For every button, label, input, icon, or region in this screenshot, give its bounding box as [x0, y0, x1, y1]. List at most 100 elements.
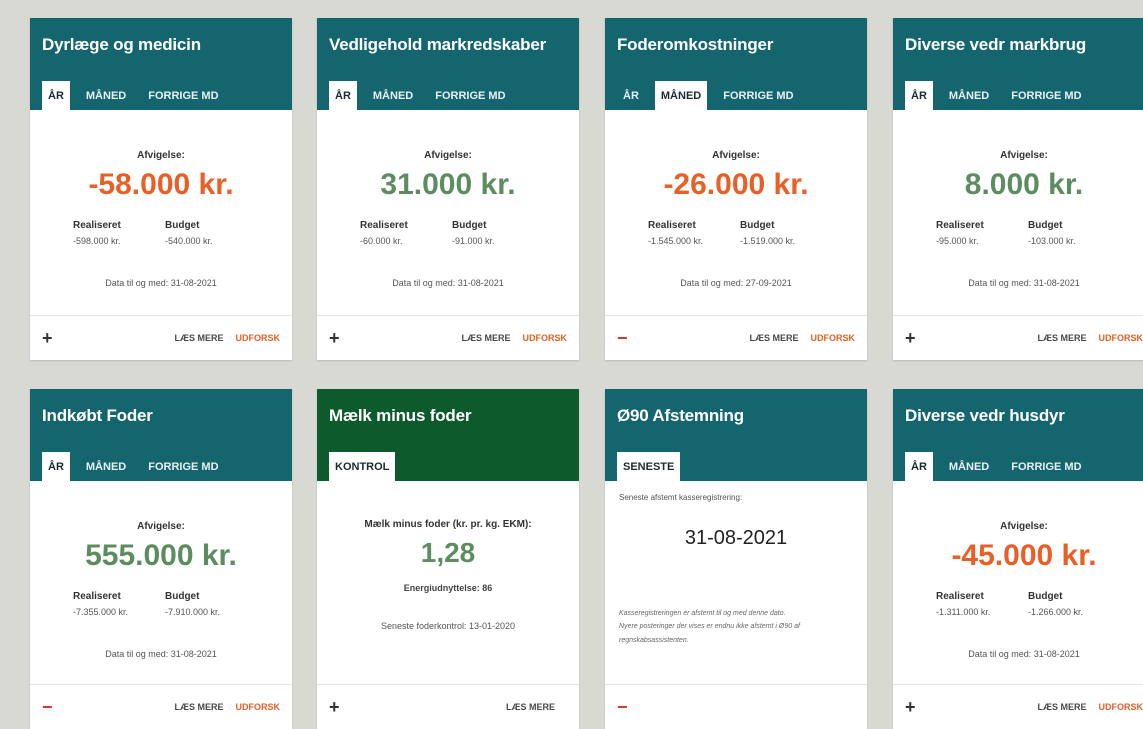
- card-footer: −: [605, 684, 867, 729]
- data-date-note: Data til og med: 31-08-2021: [105, 278, 217, 288]
- data-date-note: Data til og med: 31-08-2021: [968, 649, 1080, 659]
- budget-value: -1.266.000 kr.: [1028, 607, 1084, 617]
- reconciliation-note: Kasseregistreringen er afstemt til og me…: [619, 607, 853, 647]
- card-footer: + LÆS MERE: [317, 684, 579, 729]
- card-body: Afvigelse: 8.000 kr. Realiseret -95.000 k…: [893, 110, 1143, 316]
- tab-maaned[interactable]: MÅNED: [80, 81, 132, 110]
- card-vedligehold-markredskaber: Vedligehold markredskaber ÅR MÅNED FORRI…: [317, 18, 579, 360]
- card-tabs: KONTROL: [329, 452, 405, 481]
- realized-value: -7.355.000 kr.: [73, 607, 129, 617]
- milk-minus-feed-value: 1,28: [420, 537, 476, 568]
- card-footer: + LÆS MERE UDFORSK: [30, 315, 292, 360]
- card-body: Afvigelse: 555.000 kr. Realiseret -7.355.…: [30, 481, 292, 687]
- deviation-label: Afvigelse:: [1000, 521, 1048, 532]
- card-tabs: ÅR MÅNED FORRIGE MD: [42, 452, 235, 481]
- explore-link[interactable]: UDFORSK: [1099, 333, 1143, 343]
- card-title: Ø90 Afstemning: [617, 406, 744, 425]
- data-date-note: Data til og med: 27-09-2021: [680, 278, 792, 288]
- tab-maaned[interactable]: MÅNED: [367, 81, 419, 110]
- tab-maaned[interactable]: MÅNED: [654, 81, 708, 110]
- energy-utilization: Energiudnyttelse: 86: [403, 583, 493, 593]
- card-title: Indkøbt Foder: [42, 406, 153, 425]
- minus-icon[interactable]: −: [617, 698, 637, 716]
- realized-label: Realiseret: [936, 591, 984, 602]
- minus-icon[interactable]: −: [617, 329, 637, 347]
- read-more-link[interactable]: LÆS MERE: [1037, 702, 1086, 712]
- card-title: Dyrlæge og medicin: [42, 35, 201, 54]
- card-foderomkostninger: Foderomkostninger ÅR MÅNED FORRIGE MD Af…: [605, 18, 867, 360]
- realized-label: Realiseret: [648, 220, 696, 231]
- tab-aar[interactable]: ÅR: [905, 81, 933, 110]
- card-o90-afstemning: Ø90 Afstemning SENESTE Seneste afstemt k…: [605, 389, 867, 729]
- realized-budget: Realiseret -598.000 kr. Budget -540.000 kr…: [30, 220, 292, 246]
- budget-label: Budget: [452, 220, 487, 231]
- tab-maaned[interactable]: MÅNED: [943, 81, 995, 110]
- tab-aar[interactable]: ÅR: [329, 81, 357, 110]
- tab-forrige-md[interactable]: FORRIGE MD: [142, 81, 224, 110]
- deviation-label: Afvigelse:: [137, 521, 185, 532]
- explore-link[interactable]: UDFORSK: [523, 333, 568, 343]
- plus-icon[interactable]: +: [329, 329, 349, 347]
- realized-value: -1.545.000 kr.: [648, 236, 704, 246]
- explore-link[interactable]: UDFORSK: [811, 333, 856, 343]
- explore-link[interactable]: UDFORSK: [236, 333, 281, 343]
- realized-value: -598.000 kr.: [73, 236, 121, 246]
- budget-label: Budget: [740, 220, 775, 231]
- realized-label: Realiseret: [73, 220, 121, 231]
- card-header: Foderomkostninger ÅR MÅNED FORRIGE MD: [605, 18, 867, 110]
- deviation-label: Afvigelse:: [1000, 150, 1048, 161]
- tab-maaned[interactable]: MÅNED: [80, 452, 132, 481]
- plus-icon[interactable]: +: [329, 698, 349, 716]
- explore-link[interactable]: UDFORSK: [236, 702, 281, 712]
- realized-budget: Realiseret -1.545.000 kr. Budget -1.519.00…: [605, 220, 867, 246]
- tab-seneste[interactable]: SENESTE: [617, 452, 681, 481]
- tab-forrige-md[interactable]: FORRIGE MD: [717, 81, 799, 110]
- realized-budget: Realiseret -95.000 kr. Budget -103.000 kr.: [893, 220, 1143, 246]
- card-body: Afvigelse: 31.000 kr. Realiseret -60.000 …: [317, 110, 579, 316]
- deviation-value: -26.000 kr.: [663, 168, 809, 201]
- realized-label: Realiseret: [73, 591, 121, 602]
- tab-forrige-md[interactable]: FORRIGE MD: [1005, 81, 1087, 110]
- read-more-link[interactable]: LÆS MERE: [749, 333, 798, 343]
- tab-aar[interactable]: ÅR: [42, 81, 70, 110]
- tab-aar[interactable]: ÅR: [905, 452, 933, 481]
- tab-aar[interactable]: ÅR: [42, 452, 70, 481]
- card-dyrlaege-og-medicin: Dyrlæge og medicin ÅR MÅNED FORRIGE MD A…: [30, 18, 292, 360]
- card-header: Diverse vedr markbrug ÅR MÅNED FORRIGE M…: [893, 18, 1143, 110]
- realized-budget: Realiseret -60.000 kr. Budget -91.000 kr.: [317, 220, 579, 246]
- card-header: Dyrlæge og medicin ÅR MÅNED FORRIGE MD: [30, 18, 292, 110]
- budget-value: -1.519.000 kr.: [740, 236, 796, 246]
- deviation-value: 555.000 kr.: [85, 539, 237, 572]
- card-tabs: ÅR MÅNED FORRIGE MD: [905, 452, 1098, 481]
- card-tabs: ÅR MÅNED FORRIGE MD: [905, 81, 1098, 110]
- budget-label: Budget: [1028, 591, 1063, 602]
- card-tabs: ÅR MÅNED FORRIGE MD: [329, 81, 522, 110]
- budget-label: Budget: [1028, 220, 1063, 231]
- tab-kontrol[interactable]: KONTROL: [329, 452, 396, 481]
- deviation-value: -58.000 kr.: [88, 168, 234, 201]
- deviation-value: 31.000 kr.: [380, 168, 516, 201]
- tab-aar[interactable]: ÅR: [617, 81, 645, 110]
- tab-forrige-md[interactable]: FORRIGE MD: [142, 452, 224, 481]
- read-more-link[interactable]: LÆS MERE: [506, 702, 555, 712]
- plus-icon[interactable]: +: [905, 329, 925, 347]
- card-title: Vedligehold markredskaber: [329, 35, 547, 54]
- read-more-link[interactable]: LÆS MERE: [174, 333, 223, 343]
- read-more-link[interactable]: LÆS MERE: [461, 333, 510, 343]
- minus-icon[interactable]: −: [42, 698, 62, 716]
- card-title: Foderomkostninger: [617, 35, 774, 54]
- card-footer: − LÆS MERE UDFORSK: [605, 315, 867, 360]
- note-line: regnskabsassistenten.: [619, 636, 689, 644]
- plus-icon[interactable]: +: [905, 698, 925, 716]
- tab-maaned[interactable]: MÅNED: [943, 452, 995, 481]
- plus-icon[interactable]: +: [42, 329, 62, 347]
- milk-minus-feed-label: Mælk minus foder (kr. pr. kg. EKM):: [364, 519, 532, 530]
- tab-forrige-md[interactable]: FORRIGE MD: [1005, 452, 1087, 481]
- card-footer: − LÆS MERE UDFORSK: [30, 684, 292, 729]
- tab-forrige-md[interactable]: FORRIGE MD: [429, 81, 511, 110]
- data-date-note: Data til og med: 31-08-2021: [968, 278, 1080, 288]
- read-more-link[interactable]: LÆS MERE: [174, 702, 223, 712]
- explore-link[interactable]: UDFORSK: [1099, 702, 1143, 712]
- data-date-note: Data til og med: 31-08-2021: [392, 278, 504, 288]
- read-more-link[interactable]: LÆS MERE: [1037, 333, 1086, 343]
